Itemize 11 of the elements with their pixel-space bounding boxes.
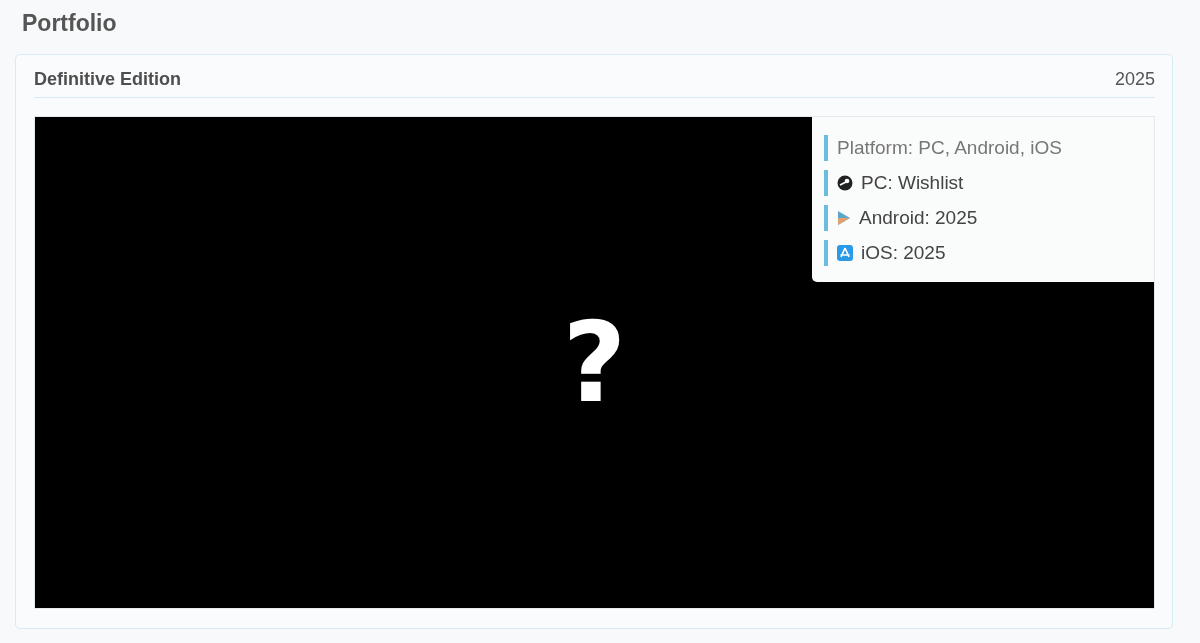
store-release: Android: 2025 <box>859 207 978 229</box>
question-mark: ? <box>562 307 627 418</box>
page-title: Portfolio <box>22 9 117 38</box>
disc-icon <box>837 175 853 191</box>
app-store-icon <box>837 245 853 261</box>
platform-list: Platform: PC, Android, iOS <box>837 137 1062 159</box>
store-release: PC: Wishlist <box>861 172 964 194</box>
play-triangle-icon <box>837 210 851 226</box>
project-year: 2025 <box>1114 69 1155 90</box>
store-release: iOS: 2025 <box>861 242 946 264</box>
project-title: Definitive Edition <box>34 69 181 90</box>
